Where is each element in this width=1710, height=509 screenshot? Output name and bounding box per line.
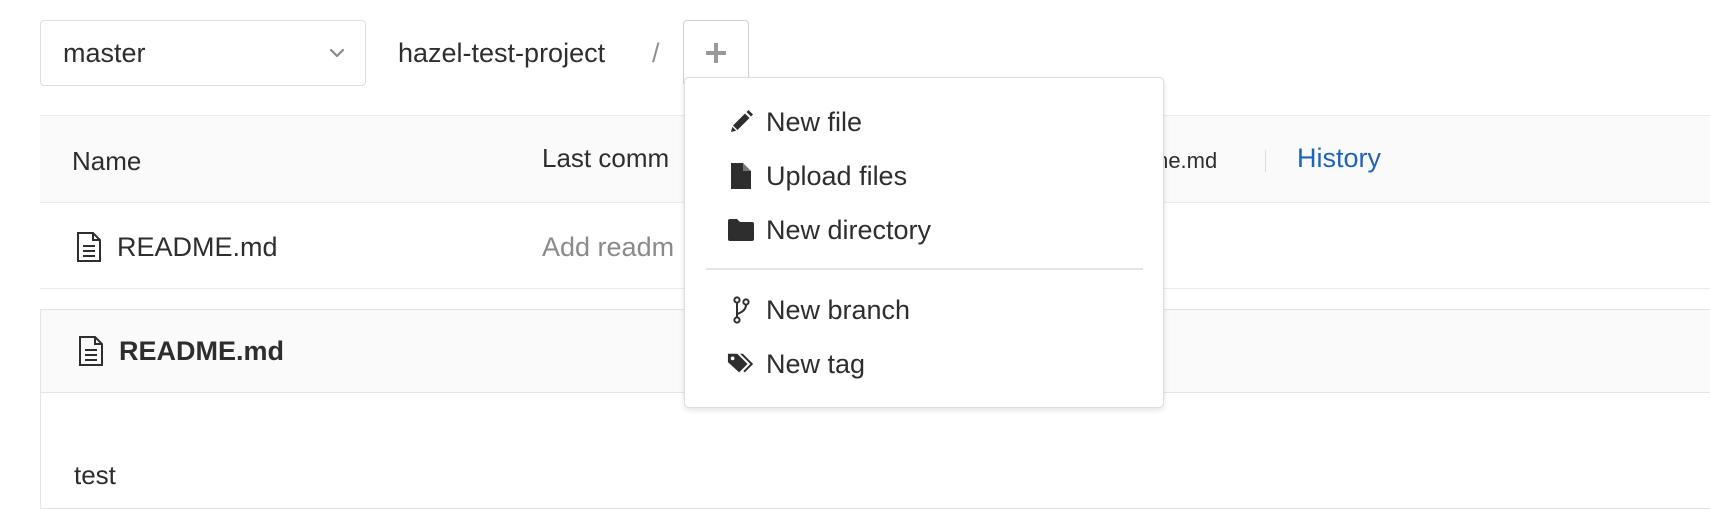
menu-item-label: New tag (766, 348, 866, 379)
menu-item-new-branch[interactable]: New branch (685, 286, 1163, 334)
menu-item-upload-files[interactable]: Upload files (685, 152, 1163, 200)
column-header-name: Name (72, 146, 142, 176)
menu-item-new-file[interactable]: New file (685, 98, 1163, 146)
branch-selector[interactable]: master (40, 20, 366, 86)
menu-item-new-tag[interactable]: New tag (685, 340, 1163, 388)
header-divider (1265, 150, 1266, 172)
readme-content: test (74, 460, 116, 490)
branch-icon (727, 296, 755, 324)
file-text-icon (77, 232, 101, 262)
folder-icon (727, 216, 755, 244)
tag-icon (727, 350, 755, 378)
pencil-icon (727, 108, 755, 136)
menu-item-label: Upload files (766, 160, 908, 191)
add-dropdown-menu: New file Upload files New directory New … (684, 77, 1164, 408)
menu-item-new-directory[interactable]: New directory (685, 206, 1163, 254)
breadcrumb-project[interactable]: hazel-test-project (398, 38, 605, 69)
column-header-last-commit: Last comm (542, 143, 670, 173)
branch-selector-value: master (63, 37, 146, 68)
menu-item-label: New file (766, 106, 863, 137)
menu-item-label: New directory (766, 214, 932, 245)
history-link[interactable]: History (1297, 143, 1381, 174)
file-name-link[interactable]: README.md (117, 232, 278, 263)
readme-title: README.md (119, 336, 285, 366)
menu-item-label: New branch (766, 294, 911, 325)
file-commit-message[interactable]: Add readm (542, 232, 674, 263)
file-icon (727, 162, 755, 190)
chevron-down-icon (329, 48, 345, 58)
breadcrumb-separator: / (652, 38, 660, 68)
file-text-icon (79, 336, 103, 366)
menu-divider (706, 268, 1143, 270)
plus-icon (706, 43, 726, 63)
